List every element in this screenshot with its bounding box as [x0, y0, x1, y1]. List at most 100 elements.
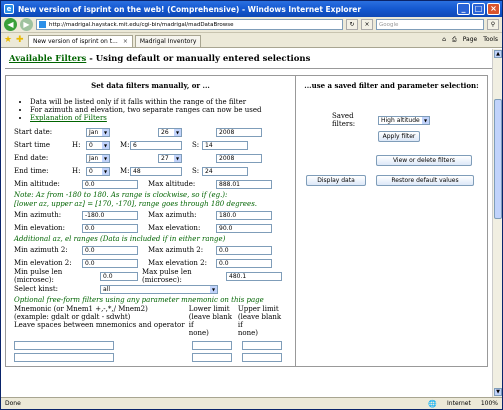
tab-isprint[interactable]: New version of isprint on t... × [28, 35, 133, 47]
address-bar: ◀ ▶ http://madrigal.haystack.mit.edu/cgi… [1, 17, 502, 33]
zone-text: Internet [447, 400, 471, 407]
search-placeholder: Google [379, 21, 399, 28]
explanation-link[interactable]: Explanation of Filters [30, 114, 107, 122]
chevron-down-icon: ▼ [210, 285, 217, 293]
divider [5, 68, 498, 69]
tab-label: New version of isprint on t... [33, 38, 118, 45]
upper-limit-field-2[interactable] [242, 352, 282, 362]
list-item: For azimuth and elevation, two separate … [30, 106, 287, 114]
saved-filters-panel: ...use a saved filter and parameter sele… [296, 75, 488, 367]
min-pulse-field[interactable]: 0.0 [100, 271, 138, 281]
end-second-field[interactable]: 24 [202, 166, 248, 176]
chevron-down-icon: ▼ [102, 128, 109, 136]
forward-button[interactable]: ▶ [20, 18, 33, 31]
chevron-down-icon: ▼ [174, 128, 181, 136]
lower-limit-field-2[interactable] [192, 352, 232, 362]
restore-defaults-button[interactable]: Restore default values [376, 175, 474, 186]
upper-limit-field-1[interactable] [242, 340, 282, 350]
refresh-icon[interactable]: ↻ [346, 19, 358, 30]
start-second-field[interactable]: 14 [202, 140, 248, 150]
max-azimuth-field[interactable]: 180.0 [216, 210, 272, 220]
max-azimuth-2-field[interactable]: 0.0 [216, 245, 272, 255]
chevron-down-icon: ▼ [102, 154, 109, 162]
search-input[interactable]: Google [376, 19, 484, 30]
end-minute-field[interactable]: 48 [130, 166, 182, 176]
scroll-down-icon[interactable]: ▼ [494, 388, 502, 396]
zoom-level[interactable]: 100% [481, 400, 498, 407]
additional-ranges-note: Additional az, el ranges (Data is includ… [14, 235, 226, 243]
maximize-button[interactable]: □ [472, 3, 485, 15]
list-item: Data will be listed only if it falls wit… [30, 98, 287, 106]
available-filters-link[interactable]: Available Filters [9, 54, 86, 64]
manual-filters-panel: Set data filters manually, or ... Data w… [5, 75, 296, 367]
page-heading: Available Filters - Using default or man… [9, 54, 311, 64]
azimuth-note: Note: Az from -180 to 180. As range is c… [14, 191, 228, 199]
scroll-up-icon[interactable]: ▲ [494, 50, 502, 58]
print-icon[interactable]: ⎙ [452, 36, 457, 44]
manual-panel-title: Set data filters manually, or ... [91, 81, 210, 90]
back-button[interactable]: ◀ [4, 18, 17, 31]
globe-icon: 🌐 [428, 399, 438, 408]
max-pulse-field[interactable]: 480.1 [226, 271, 282, 281]
home-icon[interactable]: ⌂ [442, 36, 446, 44]
minimize-button[interactable]: _ [457, 3, 470, 15]
tab-madrigal-inventory[interactable]: Madrigal Inventory [134, 35, 202, 47]
window-title: New version of isprint on the web! (Comp… [18, 4, 362, 14]
ie-icon: e [4, 4, 14, 14]
min-elevation-2-field[interactable]: 0.0 [82, 258, 138, 268]
vertical-scrollbar[interactable]: ▲ ▼ [492, 49, 502, 397]
end-year-field[interactable]: 2008 [216, 153, 262, 163]
min-azimuth-2-field[interactable]: 0.0 [82, 245, 138, 255]
max-altitude-field[interactable]: 888.01 [216, 179, 272, 189]
kinst-select[interactable]: all ▼ [100, 284, 218, 294]
add-favorite-icon[interactable]: ✚ [16, 35, 26, 45]
browser-window: e New version of isprint on the web! (Co… [0, 0, 503, 410]
page-content: Available Filters - Using default or man… [1, 49, 502, 397]
lower-limit-field-1[interactable] [192, 340, 232, 350]
title-bar: e New version of isprint on the web! (Co… [1, 1, 502, 17]
max-elevation-field[interactable]: 90.0 [216, 223, 272, 233]
chevron-down-icon: ▼ [102, 167, 109, 175]
command-bar: ⌂ ⎙ Page Tools [442, 36, 502, 44]
tab-label: Madrigal Inventory [139, 38, 197, 45]
tools-menu[interactable]: Tools [483, 36, 498, 44]
info-list: Data will be listed only if it falls wit… [22, 98, 287, 122]
max-elevation-2-field[interactable]: 0.0 [216, 258, 272, 268]
favorites-star-icon[interactable]: ★ [4, 35, 14, 45]
chevron-down-icon: ▼ [422, 116, 429, 124]
close-tab-icon[interactable]: × [123, 38, 128, 45]
view-delete-filters-button[interactable]: View or delete filters [376, 155, 472, 166]
start-year-field[interactable]: 2008 [216, 127, 262, 137]
saved-filters-select[interactable]: High altitude ▼ [378, 115, 430, 125]
min-elevation-field[interactable]: 0.0 [82, 223, 138, 233]
end-hour-select[interactable]: 0 ▼ [86, 166, 110, 176]
list-item: Explanation of Filters [30, 114, 287, 122]
chevron-down-icon: ▼ [102, 141, 109, 149]
end-month-select[interactable]: Jan ▼ [86, 153, 110, 163]
start-month-select[interactable]: Jan ▼ [86, 127, 110, 137]
url-text: http://madrigal.haystack.mit.edu/cgi-bin… [49, 21, 234, 28]
scroll-thumb[interactable] [494, 99, 502, 219]
page-menu[interactable]: Page [463, 36, 478, 44]
search-icon[interactable]: ⚲ [487, 19, 499, 30]
page-icon [39, 21, 46, 28]
end-day-select[interactable]: 27 ▼ [158, 153, 182, 163]
saved-panel-title: ...use a saved filter and parameter sele… [304, 81, 479, 90]
apply-filter-button[interactable]: Apply filter [378, 131, 420, 142]
min-altitude-field[interactable]: 0.0 [82, 179, 138, 189]
tab-bar: ★ ✚ New version of isprint on t... × Mad… [1, 33, 502, 48]
mnemonic-field-1[interactable] [14, 340, 114, 350]
chevron-down-icon: ▼ [174, 154, 181, 162]
start-minute-field[interactable]: 6 [130, 140, 182, 150]
stop-icon[interactable]: × [361, 19, 373, 30]
start-day-select[interactable]: 26 ▼ [158, 127, 182, 137]
display-data-button[interactable]: Display data [306, 175, 366, 186]
azimuth-note-2: [lower az, upper az] = [170, -170], rang… [14, 200, 258, 208]
mnemonic-field-2[interactable] [14, 352, 114, 362]
url-field[interactable]: http://madrigal.haystack.mit.edu/cgi-bin… [36, 19, 343, 30]
free-form-note: Optional free-form filters using any par… [14, 296, 264, 304]
min-azimuth-field[interactable]: -180.0 [82, 210, 138, 220]
status-bar: Done 🌐 Internet 100% [1, 397, 502, 409]
close-button[interactable]: × [487, 3, 500, 15]
start-hour-select[interactable]: 0 ▼ [86, 140, 110, 150]
